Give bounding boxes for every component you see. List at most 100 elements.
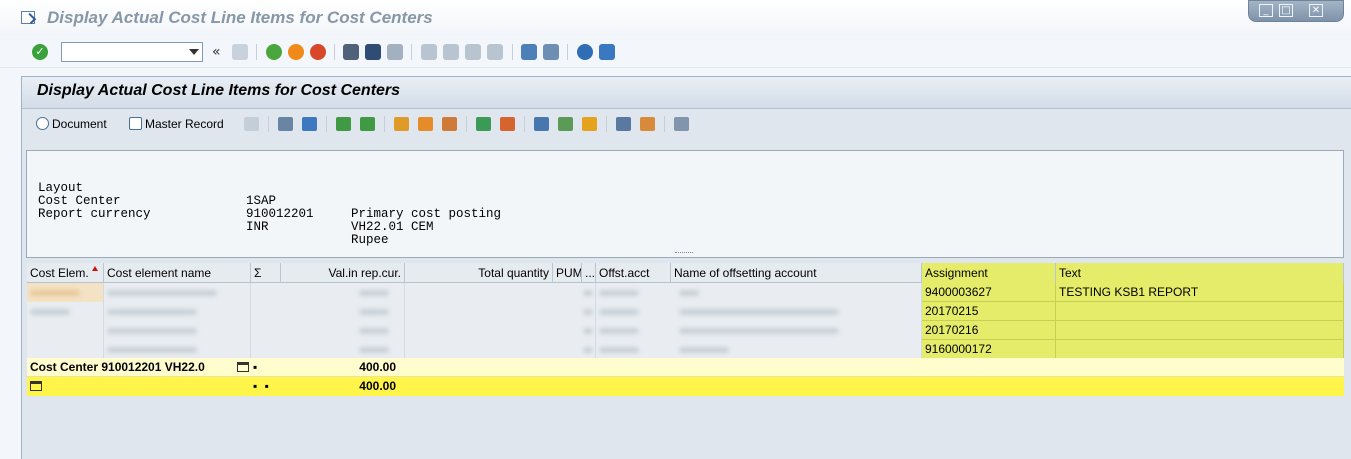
document-icon <box>36 117 49 130</box>
cancel-icon[interactable] <box>310 44 326 60</box>
text-cell[interactable] <box>1056 302 1344 321</box>
exit-icon[interactable] <box>288 44 304 60</box>
redacted-cell <box>251 283 405 302</box>
column-header-more[interactable]: ... <box>582 263 596 283</box>
line-items-grid: Cost Elem. Cost element name Σ Val.in re… <box>27 263 1344 459</box>
title-bar: Display Actual Cost Line Items for Cost … <box>0 0 1351 36</box>
print-icon[interactable] <box>343 44 359 60</box>
redacted-cell <box>596 283 922 302</box>
last-page-icon[interactable] <box>487 44 503 60</box>
export-excel-icon[interactable] <box>534 117 549 131</box>
first-page-icon[interactable] <box>421 44 437 60</box>
send-icon[interactable] <box>582 117 597 131</box>
document-button[interactable]: Document <box>36 116 107 134</box>
table-row[interactable]: 9400003627 TESTING KSB1 REPORT <box>27 283 1344 302</box>
command-field[interactable] <box>61 42 203 62</box>
redacted-cell <box>27 321 104 340</box>
close-button[interactable]: ✕ <box>1309 4 1323 17</box>
change-layout-icon[interactable] <box>394 117 409 131</box>
table-row[interactable]: 20170215 <box>27 302 1344 321</box>
table-row[interactable]: 9160000172 <box>27 340 1344 359</box>
window-title: Display Actual Cost Line Items for Cost … <box>47 8 433 27</box>
filter-icon[interactable] <box>302 117 317 131</box>
column-header-assignment[interactable]: Assignment <box>922 263 1056 283</box>
total-row[interactable]: ▪ ▪ 400.00 <box>27 377 1344 396</box>
exit-screen-icon[interactable] <box>21 11 35 24</box>
master-record-button[interactable]: Master Record <box>129 116 224 134</box>
details-icon[interactable] <box>278 117 293 131</box>
assignment-cell[interactable]: 9400003627 <box>922 283 1056 302</box>
text-cell[interactable] <box>1056 340 1344 359</box>
text-cell[interactable] <box>1056 321 1344 340</box>
redacted-cell <box>405 283 596 302</box>
master-record-button-label: Master Record <box>145 117 224 131</box>
header-value: INR <box>246 220 269 234</box>
total-icon[interactable] <box>476 117 491 131</box>
separator <box>326 116 327 132</box>
separator <box>606 116 607 132</box>
collapse-toolbar-icon[interactable]: « <box>212 44 221 60</box>
graphic-icon[interactable] <box>640 117 655 131</box>
pane-splitter[interactable] <box>675 252 693 255</box>
call-report-icon[interactable] <box>674 117 689 131</box>
chevron-down-icon[interactable] <box>189 49 199 55</box>
column-header-val-rep-cur[interactable]: Val.in rep.cur. <box>281 263 405 283</box>
redacted-cell <box>596 321 922 340</box>
display-object-icon[interactable] <box>244 117 259 131</box>
total-print-icon <box>30 381 42 391</box>
column-header-sigma[interactable]: Σ <box>251 263 281 283</box>
subtotal-icon[interactable] <box>500 117 515 131</box>
assignment-cell[interactable]: 20170215 <box>922 302 1056 321</box>
text-cell[interactable]: TESTING KSB1 REPORT <box>1056 283 1344 302</box>
find-next-icon[interactable] <box>387 44 403 60</box>
redacted-cell <box>596 302 922 321</box>
document-button-label: Document <box>52 117 107 131</box>
back-icon[interactable] <box>266 44 282 60</box>
sort-indicator-icon <box>91 266 98 271</box>
maximize-button[interactable]: □ <box>1279 4 1293 17</box>
column-header-offst-acct[interactable]: Offst.acct <box>596 263 671 283</box>
separator <box>567 44 568 60</box>
previous-page-icon[interactable] <box>443 44 459 60</box>
column-header-pum[interactable]: PUM <box>553 263 582 283</box>
column-header-text[interactable]: Text <box>1056 263 1344 283</box>
subtotal-row[interactable]: Cost Center 910012201 VH22.0 ▪ 400.00 <box>27 358 1344 377</box>
new-session-icon[interactable] <box>521 44 537 60</box>
standard-toolbar: ✓ « <box>0 36 1351 68</box>
save-layout-icon[interactable] <box>442 117 457 131</box>
sort-ascending-icon[interactable] <box>336 117 351 131</box>
separator <box>466 116 467 132</box>
assignment-cell[interactable]: 9160000172 <box>922 340 1056 359</box>
enter-check-icon[interactable]: ✓ <box>32 44 48 60</box>
redacted-cell <box>405 302 596 321</box>
select-layout-icon[interactable] <box>418 117 433 131</box>
abc-analysis-icon[interactable] <box>616 117 631 131</box>
sort-descending-icon[interactable] <box>360 117 375 131</box>
redacted-cell <box>251 340 405 359</box>
help-icon[interactable] <box>577 44 593 60</box>
redacted-cell <box>251 321 405 340</box>
redacted-cell <box>405 340 596 359</box>
customize-layout-icon[interactable] <box>599 44 615 60</box>
table-row[interactable]: 20170216 <box>27 321 1344 340</box>
total-value: 400.00 <box>359 379 396 393</box>
redacted-cell <box>596 340 922 359</box>
next-page-icon[interactable] <box>465 44 481 60</box>
window-controls: _ □ ✕ <box>1248 0 1344 22</box>
separator <box>512 44 513 60</box>
local-file-icon[interactable] <box>558 117 573 131</box>
master-record-icon <box>129 117 142 130</box>
minimize-button[interactable]: _ <box>1259 4 1273 17</box>
assignment-cell[interactable]: 20170216 <box>922 321 1056 340</box>
column-header-total-quantity[interactable]: Total quantity <box>405 263 553 283</box>
separator <box>384 116 385 132</box>
grid-header: Cost Elem. Cost element name Σ Val.in re… <box>27 263 1344 283</box>
column-header-cost-element-name[interactable]: Cost element name <box>104 263 251 283</box>
column-header-offset-account-name[interactable]: Name of offsetting account <box>671 263 922 283</box>
column-header-cost-elem[interactable]: Cost Elem. <box>27 263 104 283</box>
save-icon[interactable] <box>232 44 248 60</box>
redacted-cell <box>27 283 104 302</box>
find-icon[interactable] <box>365 44 381 60</box>
subtotal-print-icon <box>237 362 249 372</box>
shortcut-icon[interactable] <box>543 44 559 60</box>
